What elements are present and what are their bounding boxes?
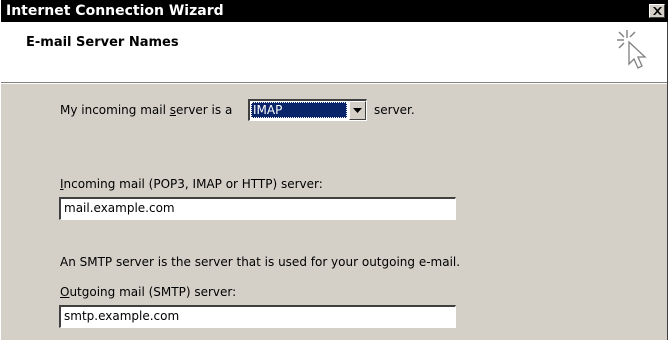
- title-bar[interactable]: Internet Connection Wizard: [1, 0, 668, 22]
- header-panel: E-mail Server Names: [1, 22, 667, 84]
- server-type-dropdown[interactable]: IMAP: [248, 99, 367, 121]
- window-title: Internet Connection Wizard: [6, 3, 224, 19]
- incoming-server-input[interactable]: mail.example.com: [59, 197, 456, 220]
- wizard-window: Internet Connection Wizard E-mail Server…: [0, 0, 668, 340]
- close-icon: [653, 7, 662, 15]
- incoming-server-label-rest: ncoming mail (POP3, IMAP or HTTP) server…: [63, 177, 323, 191]
- incoming-type-label-rest: erver is a: [176, 103, 233, 117]
- outgoing-server-label: Outgoing mail (SMTP) server:: [60, 285, 236, 299]
- dropdown-button[interactable]: [349, 101, 366, 120]
- smtp-info-text: An SMTP server is the server that is use…: [60, 255, 461, 269]
- close-button[interactable]: [649, 4, 665, 18]
- server-type-selected-value: IMAP: [251, 102, 347, 118]
- outgoing-server-input[interactable]: smtp.example.com: [59, 305, 456, 328]
- outgoing-server-label-rest: utgoing mail (SMTP) server:: [69, 285, 237, 299]
- server-suffix-label: server.: [374, 103, 415, 117]
- incoming-type-label: My incoming mail server is a: [60, 103, 232, 117]
- wizard-sparkle-cursor-icon: [617, 30, 647, 69]
- chevron-down-icon: [353, 108, 362, 113]
- incoming-server-label: Incoming mail (POP3, IMAP or HTTP) serve…: [60, 177, 323, 191]
- incoming-type-label-prefix: My incoming mail: [60, 103, 170, 117]
- page-title: E-mail Server Names: [26, 35, 179, 50]
